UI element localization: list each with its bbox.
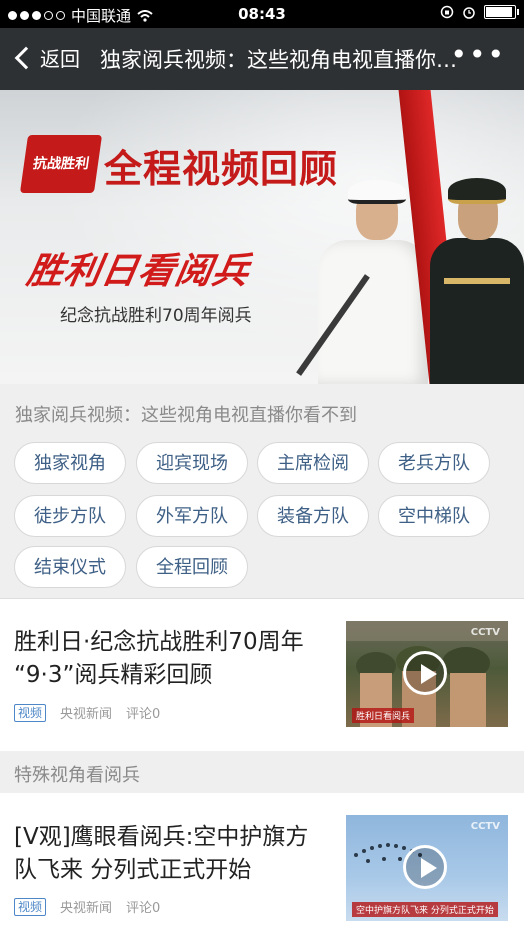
tag-foreign-squad[interactable]: 外军方队 xyxy=(136,495,248,537)
category-panel: 独家阅兵视频：这些视角电视直播你看不到 独家视角 迎宾现场 主席检阅 老兵方队 … xyxy=(0,384,524,598)
comment-count: 评论0 xyxy=(126,707,161,722)
channel-logo: CCTV xyxy=(470,821,500,832)
tag-chairman-review[interactable]: 主席检阅 xyxy=(257,442,369,484)
article-title[interactable]: 胜利日·纪念抗战胜利70周年 “9·3”阅兵精彩回顾 xyxy=(14,626,324,692)
video-badge: 视频 xyxy=(14,703,47,722)
section-label: 特殊视角看阅兵 xyxy=(14,765,140,786)
article-source: 央视新闻 xyxy=(60,901,113,916)
more-options-button[interactable]: ••• xyxy=(450,41,506,69)
article-card[interactable]: 胜利日·纪念抗战胜利70周年 “9·3”阅兵精彩回顾 视频 央视新闻 评论0 C… xyxy=(0,599,524,751)
video-thumbnail[interactable]: CCTV 空中护旗方队飞来 分列式正式开始 xyxy=(346,815,508,921)
soldier-dark-uniform xyxy=(430,238,524,384)
thumbnail-caption: 空中护旗方队飞来 分列式正式开始 xyxy=(352,902,498,917)
comment-count: 评论0 xyxy=(126,901,161,916)
play-icon[interactable] xyxy=(403,845,447,889)
tag-closing-ceremony[interactable]: 结束仪式 xyxy=(14,546,126,588)
article-meta: 视频 央视新闻 评论0 xyxy=(14,703,160,722)
tag-air-echelon[interactable]: 空中梯队 xyxy=(378,495,490,537)
banner-subtitle: 纪念抗战胜利70周年阅兵 xyxy=(60,306,252,326)
page-title: 独家阅兵视频：这些视角电视直播你看不到 xyxy=(100,48,462,72)
soldier-white-uniform xyxy=(318,240,428,384)
rotation-lock-icon xyxy=(440,5,454,19)
section-header: 特殊视角看阅兵 xyxy=(0,751,524,793)
channel-logo: CCTV xyxy=(470,627,500,638)
battery-icon xyxy=(484,5,519,19)
navigation-bar: 返回 独家阅兵视频：这些视角电视直播你看不到 ••• xyxy=(0,28,524,90)
play-icon[interactable] xyxy=(403,651,447,695)
back-label: 返回 xyxy=(40,47,80,71)
video-thumbnail[interactable]: CCTV 胜利日看阅兵 xyxy=(346,621,508,727)
tag-equipment-squad[interactable]: 装备方队 xyxy=(257,495,369,537)
article-source: 央视新闻 xyxy=(60,707,113,722)
tag-foot-squad[interactable]: 徒步方队 xyxy=(14,495,126,537)
tag-veteran-squad[interactable]: 老兵方队 xyxy=(378,442,490,484)
banner-title: 全程视频回顾 xyxy=(104,147,339,191)
article-title[interactable]: [V观]鹰眼看阅兵:空中护旗方队飞来 分列式正式开始 xyxy=(14,821,324,887)
chevron-left-icon xyxy=(14,46,38,69)
category-heading: 独家阅兵视频：这些视角电视直播你看不到 xyxy=(15,405,357,426)
tag-full-review[interactable]: 全程回顾 xyxy=(136,546,248,588)
back-button[interactable]: 返回 xyxy=(12,43,80,72)
tag-exclusive-view[interactable]: 独家视角 xyxy=(14,442,126,484)
article-meta: 视频 央视新闻 评论0 xyxy=(14,897,160,916)
article-card[interactable]: [V观]鹰眼看阅兵:空中护旗方队飞来 分列式正式开始 视频 央视新闻 评论0 C… xyxy=(0,793,524,931)
thumbnail-caption: 胜利日看阅兵 xyxy=(352,708,415,723)
banner-image: 抗战胜利 全程视频回顾 胜利日看阅兵 纪念抗战胜利70周年阅兵 xyxy=(0,90,524,384)
alarm-icon xyxy=(463,7,475,19)
banner-slogan: 胜利日看阅兵 xyxy=(23,251,254,292)
status-bar: 中国联通 08:43 xyxy=(0,0,524,28)
video-badge: 视频 xyxy=(14,897,47,916)
tag-welcome-scene[interactable]: 迎宾现场 xyxy=(136,442,248,484)
anniversary-logo: 抗战胜利 xyxy=(19,135,103,193)
